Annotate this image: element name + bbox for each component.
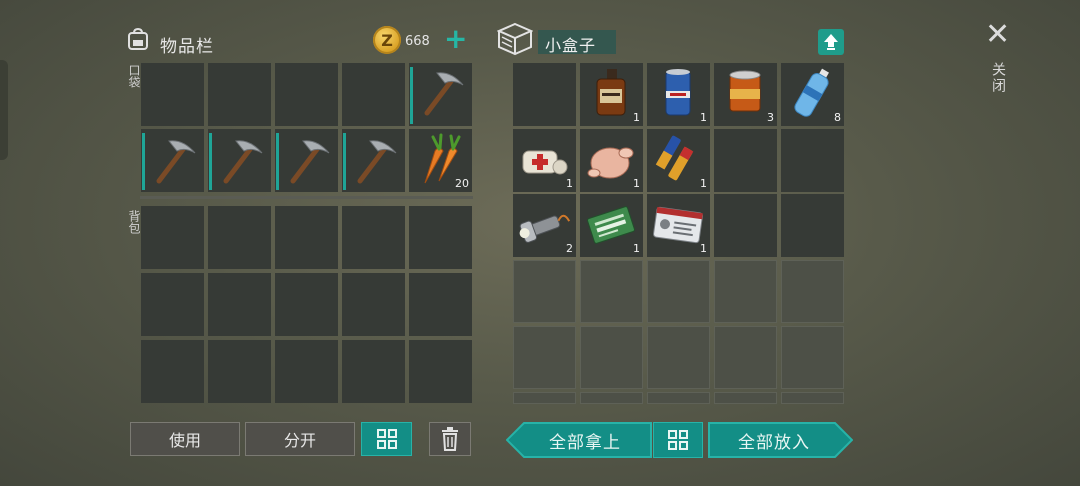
- close-label[interactable]: 关闭: [990, 62, 1008, 94]
- take-all-button[interactable]: 全部拿上: [520, 422, 650, 458]
- discard-button[interactable]: [429, 422, 471, 456]
- item-quantity: 1: [633, 177, 640, 190]
- pocket-slot[interactable]: 20: [409, 129, 472, 192]
- locked-slot: [781, 326, 844, 389]
- item-quantity: 1: [633, 242, 640, 255]
- backpack-slot[interactable]: [208, 206, 271, 269]
- backpack-slot[interactable]: [208, 340, 271, 403]
- pickaxe-icon: [156, 140, 196, 184]
- container-name: 小盒子: [545, 36, 597, 55]
- locked-slot: [781, 392, 844, 404]
- pocket-slot[interactable]: [141, 129, 204, 192]
- container-slot[interactable]: 3: [714, 63, 777, 126]
- locked-slot: [513, 260, 576, 323]
- backpack-slot[interactable]: [141, 340, 204, 403]
- container-slot[interactable]: 8: [781, 63, 844, 126]
- backpack-slot[interactable]: [409, 206, 472, 269]
- put-all-button[interactable]: 全部放入: [708, 422, 840, 458]
- locked-slot: [513, 392, 576, 404]
- container-slot[interactable]: [714, 194, 777, 257]
- container-box-icon: [497, 22, 533, 56]
- pocket-slot[interactable]: [208, 129, 271, 192]
- backpack-slot[interactable]: [141, 273, 204, 336]
- add-coins-button[interactable]: +: [444, 25, 467, 53]
- backpack-slot[interactable]: [208, 273, 271, 336]
- locked-slot: [580, 392, 643, 404]
- item-quantity: 1: [633, 111, 640, 124]
- pocket-slot[interactable]: [141, 63, 204, 126]
- backpack-slot[interactable]: [141, 206, 204, 269]
- pocket-slot[interactable]: [275, 63, 338, 126]
- container-slot[interactable]: 1: [580, 129, 643, 192]
- item-quantity: 3: [767, 111, 774, 124]
- backpack-icon: [128, 27, 148, 50]
- locked-slot: [647, 392, 710, 404]
- section-divider: [140, 196, 473, 199]
- backpack-slot[interactable]: [275, 273, 338, 336]
- container-slot[interactable]: [513, 63, 576, 126]
- pocket-slot[interactable]: [342, 63, 405, 126]
- backpack-slot[interactable]: [275, 206, 338, 269]
- pickaxe-icon: [357, 140, 397, 184]
- pickaxe-icon: [424, 72, 464, 116]
- item-quantity: 1: [566, 177, 573, 190]
- arrow-up-icon: [824, 34, 838, 50]
- container-slot[interactable]: 1: [580, 63, 643, 126]
- item-quantity: 1: [700, 111, 707, 124]
- locked-slot: [781, 260, 844, 323]
- pocket-slot[interactable]: [342, 129, 405, 192]
- inventory-title: 物品栏: [160, 37, 214, 57]
- pickaxe-icon: [223, 140, 263, 184]
- pocket-slot[interactable]: [208, 63, 271, 126]
- coin-count: 668: [405, 34, 430, 49]
- container-slot[interactable]: 1: [647, 129, 710, 192]
- backpack-slot[interactable]: [342, 273, 405, 336]
- sort-upload-button[interactable]: [818, 29, 844, 55]
- item-quantity: 20: [455, 177, 469, 190]
- item-quantity: 1: [700, 177, 707, 190]
- container-slot[interactable]: 2: [513, 194, 576, 257]
- pickaxe-icon: [290, 140, 330, 184]
- container-slot[interactable]: 1: [647, 63, 710, 126]
- pocket-slot[interactable]: [275, 129, 338, 192]
- backpack-slot[interactable]: [409, 273, 472, 336]
- container-slot[interactable]: 1: [647, 194, 710, 257]
- item-quantity: 1: [700, 242, 707, 255]
- side-edge-tab[interactable]: [0, 60, 8, 160]
- locked-slot: [647, 326, 710, 389]
- backpack-slot[interactable]: [275, 340, 338, 403]
- container-slot[interactable]: 1: [513, 129, 576, 192]
- container-slot[interactable]: [714, 129, 777, 192]
- container-slot[interactable]: [781, 194, 844, 257]
- locked-slot: [714, 260, 777, 323]
- backpack-slot[interactable]: [409, 340, 472, 403]
- trash-icon: [442, 427, 458, 451]
- grid-icon: [668, 430, 688, 450]
- item-quantity: 2: [566, 242, 573, 255]
- locked-slot: [580, 260, 643, 323]
- container-slot[interactable]: [781, 129, 844, 192]
- locked-slot: [714, 326, 777, 389]
- item-quantity: 8: [834, 111, 841, 124]
- locked-slot: [513, 326, 576, 389]
- backpack-slot[interactable]: [342, 206, 405, 269]
- locked-slot: [647, 260, 710, 323]
- use-button[interactable]: 使用: [130, 422, 240, 456]
- container-slot[interactable]: 1: [580, 194, 643, 257]
- grid-icon: [376, 429, 397, 449]
- pocket-slot[interactable]: [409, 63, 472, 126]
- close-icon[interactable]: ✕: [985, 20, 1010, 50]
- sort-container-button[interactable]: [653, 422, 703, 458]
- locked-slot: [580, 326, 643, 389]
- locked-slot: [714, 392, 777, 404]
- coin-icon: Z: [373, 26, 401, 54]
- backpack-slot[interactable]: [342, 340, 405, 403]
- split-button[interactable]: 分开: [245, 422, 355, 456]
- sort-inventory-button[interactable]: [361, 422, 412, 456]
